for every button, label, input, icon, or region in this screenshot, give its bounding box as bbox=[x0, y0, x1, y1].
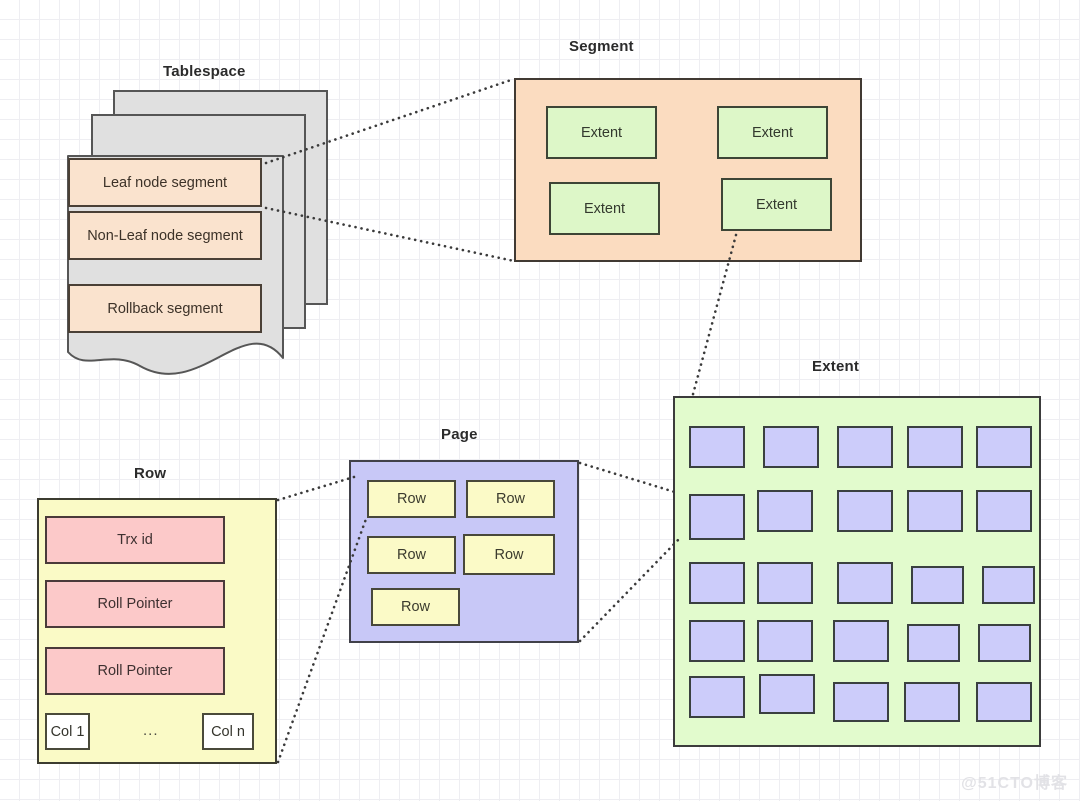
segment-chip-label: Leaf node segment bbox=[102, 174, 228, 191]
extent-page-cell[interactable] bbox=[833, 620, 889, 662]
page-row-chip[interactable]: Row bbox=[367, 536, 456, 574]
extent-panel bbox=[673, 396, 1041, 747]
extent-page-cell[interactable] bbox=[689, 426, 745, 468]
page-row-chip-label: Row bbox=[494, 546, 524, 563]
extent-chip[interactable]: Extent bbox=[717, 106, 828, 159]
page-row-chip[interactable]: Row bbox=[371, 588, 460, 626]
row-column-ellipsis: ... bbox=[143, 722, 159, 739]
extent-page-cell[interactable] bbox=[976, 426, 1032, 468]
extent-page-cell[interactable] bbox=[689, 562, 745, 604]
row-field-label: Roll Pointer bbox=[97, 663, 173, 679]
extent-page-cell[interactable] bbox=[976, 490, 1032, 532]
row-column-label: Col 1 bbox=[50, 723, 85, 740]
page-row-chip-label: Row bbox=[400, 599, 430, 615]
extent-chip[interactable]: Extent bbox=[546, 106, 657, 159]
extent-page-cell[interactable] bbox=[978, 624, 1031, 662]
segment-panel: Extent Extent Extent Extent bbox=[514, 78, 862, 262]
page-row-chip-label: Row bbox=[396, 491, 426, 507]
connector-page-extent-bottom bbox=[578, 538, 680, 643]
row-field-roll-pointer-2[interactable]: Roll Pointer bbox=[45, 647, 225, 695]
row-field-roll-pointer-1[interactable]: Roll Pointer bbox=[45, 580, 225, 628]
page-panel: Row Row Row Row Row bbox=[349, 460, 579, 643]
extent-page-cell[interactable] bbox=[689, 494, 745, 540]
extent-page-cell[interactable] bbox=[982, 566, 1035, 604]
extent-page-cell[interactable] bbox=[837, 490, 893, 532]
extent-page-cell[interactable] bbox=[757, 620, 813, 662]
extent-page-cell[interactable] bbox=[763, 426, 819, 468]
row-title: Row bbox=[134, 465, 167, 482]
extent-page-cell[interactable] bbox=[976, 682, 1032, 722]
extent-page-cell[interactable] bbox=[907, 426, 963, 468]
extent-chip-label: Extent bbox=[755, 196, 798, 213]
extent-page-cell[interactable] bbox=[907, 490, 963, 532]
page-row-chip-label: Row bbox=[396, 547, 426, 563]
extent-chip-label: Extent bbox=[580, 124, 623, 141]
extent-page-cell[interactable] bbox=[833, 682, 889, 722]
row-field-label: Roll Pointer bbox=[97, 596, 173, 612]
connector-row-page-top bbox=[276, 475, 356, 502]
segment-chip-label: Rollback segment bbox=[107, 300, 223, 317]
extent-page-cell[interactable] bbox=[759, 674, 815, 714]
segment-chip-rollback[interactable]: Rollback segment bbox=[68, 284, 262, 333]
row-field-label: Trx id bbox=[117, 532, 153, 548]
segment-title: Segment bbox=[569, 38, 634, 55]
row-panel: Trx id Roll Pointer Roll Pointer Col 1 .… bbox=[37, 498, 277, 764]
page-row-chip[interactable]: Row bbox=[466, 480, 555, 518]
extent-chip-label: Extent bbox=[583, 200, 626, 217]
diagram-canvas: Tablespace Leaf node segment Non-Leaf no… bbox=[0, 0, 1080, 801]
row-column-last[interactable]: Col n bbox=[202, 713, 254, 750]
page-row-chip-label: Row bbox=[495, 491, 525, 507]
extent-chip[interactable]: Extent bbox=[549, 182, 660, 235]
segment-chip-non-leaf-node[interactable]: Non-Leaf node segment bbox=[68, 211, 262, 260]
extent-page-cell[interactable] bbox=[757, 490, 813, 532]
extent-page-cell[interactable] bbox=[689, 676, 745, 718]
page-title: Page bbox=[441, 426, 478, 443]
watermark: @51CTO博客 bbox=[961, 775, 1068, 792]
extent-page-cell[interactable] bbox=[757, 562, 813, 604]
extent-page-cell[interactable] bbox=[904, 682, 960, 722]
row-column-first[interactable]: Col 1 bbox=[45, 713, 90, 750]
tablespace-title: Tablespace bbox=[163, 63, 246, 80]
row-field-trx-id[interactable]: Trx id bbox=[45, 516, 225, 564]
page-row-chip[interactable]: Row bbox=[367, 480, 456, 518]
extent-page-cell[interactable] bbox=[837, 426, 893, 468]
row-column-label: Col n bbox=[211, 723, 245, 740]
page-row-chip[interactable]: Row bbox=[463, 534, 555, 575]
extent-page-cell[interactable] bbox=[907, 624, 960, 662]
segment-chip-label: Non-Leaf node segment bbox=[87, 227, 243, 244]
extent-page-cell[interactable] bbox=[689, 620, 745, 662]
segment-chip-leaf-node[interactable]: Leaf node segment bbox=[68, 158, 262, 207]
extent-title: Extent bbox=[812, 358, 860, 375]
extent-page-cell[interactable] bbox=[837, 562, 893, 604]
extent-chip-label: Extent bbox=[751, 124, 794, 141]
extent-chip[interactable]: Extent bbox=[721, 178, 832, 231]
connector-page-extent-top bbox=[578, 461, 680, 495]
extent-page-cell[interactable] bbox=[911, 566, 964, 604]
